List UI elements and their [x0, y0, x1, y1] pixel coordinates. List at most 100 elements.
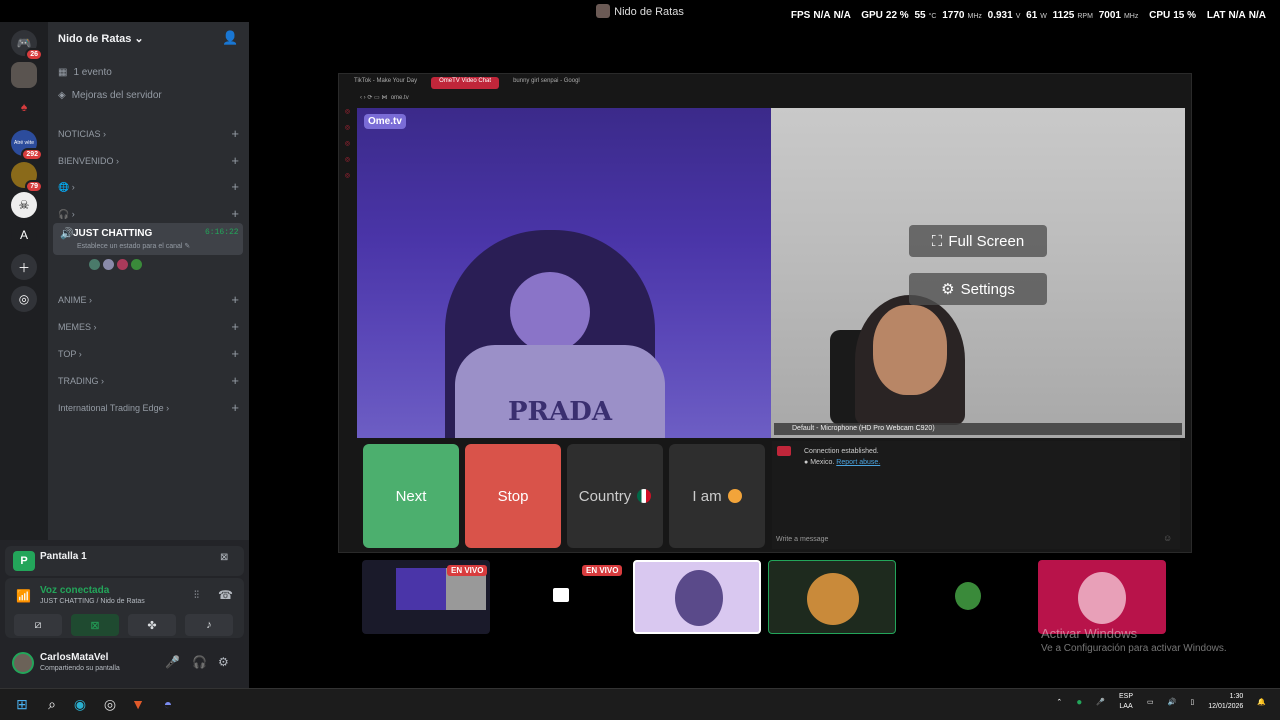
server-boosts-link[interactable]: ◈ Mejoras del servidor [58, 90, 162, 101]
chrome-icon[interactable]: ◎ [100, 694, 120, 714]
chevron-up-icon[interactable]: ⌃ [1056, 698, 1062, 706]
browser-tab[interactable]: OmeTV Video Chat [431, 77, 500, 89]
user-tile[interactable] [903, 560, 1031, 634]
events-link[interactable]: ▦ 1 evento [58, 67, 112, 78]
sidebar-icon[interactable]: ◎ [343, 108, 352, 120]
avatar[interactable] [12, 652, 34, 674]
category-memes[interactable]: MEMES › + [58, 319, 239, 334]
username[interactable]: CarlosMataVel [40, 652, 108, 663]
partner-face [510, 272, 590, 352]
camera-off-button[interactable]: ⧄ [14, 614, 62, 636]
sidebar-icon[interactable]: ◎ [343, 156, 352, 168]
gear-icon[interactable]: ⚙ [218, 655, 229, 669]
browser-tab[interactable]: TikTok - Make Your Day [346, 77, 425, 89]
activities-button[interactable]: ✤ [128, 614, 176, 636]
server-atrevete[interactable]: Atré véte 292 [11, 130, 43, 161]
category-international-trading-edge[interactable]: International Trading Edge › + [58, 401, 239, 414]
user-tile[interactable] [1038, 560, 1166, 634]
chat-message: Connection established. [804, 448, 879, 455]
category-top[interactable]: TOP › + [58, 347, 239, 360]
discord-icon[interactable]: ◓ [158, 694, 178, 714]
avatar[interactable] [102, 258, 115, 271]
category-headphones[interactable]: 🎧 › + [58, 207, 239, 220]
microphone-icon[interactable]: 🎤 [1096, 698, 1105, 706]
server-a[interactable]: A [11, 222, 37, 248]
microphone-icon[interactable]: 🎤 [165, 655, 180, 669]
avatar[interactable] [130, 258, 143, 271]
user-tile[interactable] [633, 560, 761, 634]
stop-share-icon[interactable]: ⊠ [220, 552, 228, 563]
activation-watermark-detail: Ve a Configuración para activar Windows. [1041, 643, 1227, 654]
server-name-dropdown[interactable]: Nido de Ratas ⌄ [58, 32, 144, 45]
voice-channel-path[interactable]: JUST CHATTING / Nido de Ratas [40, 598, 145, 605]
self-face [873, 305, 947, 395]
settings-button[interactable]: ⚙ Settings [909, 273, 1047, 305]
report-abuse-link[interactable]: Report abuse. [836, 459, 880, 466]
next-button[interactable]: Next [363, 444, 459, 548]
add-channel-icon: + [231, 292, 239, 307]
stop-button[interactable]: Stop [465, 444, 561, 548]
sidebar-icon[interactable]: ◎ [343, 172, 352, 184]
fullscreen-icon: ⛶ [931, 232, 943, 250]
discover-icon[interactable]: ◎ [11, 286, 37, 312]
server-avatar-icon [596, 4, 611, 18]
ometv-chat-icon [777, 446, 791, 456]
add-server-icon[interactable]: ＋ [11, 254, 37, 280]
voice-channel-name: JUST CHATTING [73, 228, 153, 239]
edge-icon[interactable]: ◉ [70, 694, 90, 714]
voice-status[interactable]: Establece un estado para el canal ✎ [77, 242, 190, 250]
soundboard-button[interactable]: ♪ [185, 614, 233, 636]
server-gold[interactable]: 79 [11, 162, 43, 193]
noise-suppression-icon[interactable]: ⫶⫶ [194, 590, 199, 601]
avatar[interactable] [88, 258, 101, 271]
add-channel-icon: + [231, 126, 239, 141]
network-icon[interactable]: ▭ [1147, 698, 1154, 706]
battery-icon[interactable]: ▯ [1190, 698, 1194, 706]
category-noticias[interactable]: NOTICIAS › + [58, 126, 239, 141]
avatar[interactable] [116, 258, 129, 271]
microphone-label[interactable]: Default - Microphone (HD Pro Webcam C920… [774, 423, 1182, 435]
add-channel-icon: + [231, 319, 239, 334]
direct-messages-button[interactable]: 🎮 26 [11, 30, 43, 61]
emoji-icon[interactable]: ☺ [1163, 533, 1172, 543]
category-bienvenido[interactable]: BIENVENIDO › + [58, 153, 239, 168]
search-icon[interactable]: ⌕ [42, 694, 62, 714]
browser-tab[interactable]: bunny girl senpai - Googl [505, 77, 588, 89]
mexico-flag-icon [637, 489, 652, 503]
sidebar-icon[interactable]: ◎ [343, 140, 352, 152]
invite-user-icon[interactable]: 👤 [222, 30, 238, 46]
headphones-icon: 🎧 [58, 209, 70, 219]
partner-shirt: PRADA [455, 345, 665, 438]
boost-icon: ◈ [58, 90, 66, 101]
full-screen-button[interactable]: ⛶ Full Screen [909, 225, 1047, 257]
country-button[interactable]: Country [567, 444, 663, 548]
screen-share-label: Pantalla 1 [40, 551, 87, 562]
disconnect-icon[interactable]: ☎ [218, 588, 233, 602]
screen-share-button[interactable]: ⊠ [71, 614, 119, 636]
server-red-icon[interactable]: ♠ [11, 94, 37, 120]
clock[interactable]: 1:30 12/01/2026 [1208, 692, 1243, 712]
notification-icon[interactable]: 🔔 [1257, 698, 1266, 706]
category-globe[interactable]: 🌐 › + [58, 180, 239, 193]
address-bar[interactable]: ‹ › ⟳ ▭ ⋈ ome.tv [360, 94, 409, 101]
start-button[interactable]: ⊞ [12, 694, 32, 714]
add-channel-icon: + [231, 153, 239, 168]
user-tile[interactable] [768, 560, 896, 634]
status-dot-icon[interactable]: ● [1076, 697, 1082, 708]
browser-sidebar: ◎ ◎ ◎ ◎ ◎ [343, 108, 352, 548]
category-trading[interactable]: TRADING › + [58, 374, 239, 387]
signal-icon[interactable]: 📶 [16, 589, 31, 603]
language-indicator[interactable]: ESP LAA [1119, 692, 1133, 712]
server-nido-de-ratas[interactable] [11, 62, 37, 88]
voice-timer: 6:16:22 [205, 228, 239, 237]
volume-icon[interactable]: 🔊 [1168, 698, 1177, 706]
category-anime[interactable]: ANIME › + [58, 292, 239, 307]
chat-input[interactable]: Write a message [776, 536, 828, 543]
globe-icon: 🌐 [58, 182, 70, 192]
headphones-icon[interactable]: 🎧 [192, 655, 207, 669]
server-skull-icon[interactable]: ☠ [11, 192, 37, 218]
gender-button[interactable]: I am [669, 444, 765, 548]
activation-watermark: Activar Windows [1041, 626, 1138, 641]
sidebar-icon[interactable]: ◎ [343, 124, 352, 136]
brave-icon[interactable]: ▼ [128, 694, 148, 714]
